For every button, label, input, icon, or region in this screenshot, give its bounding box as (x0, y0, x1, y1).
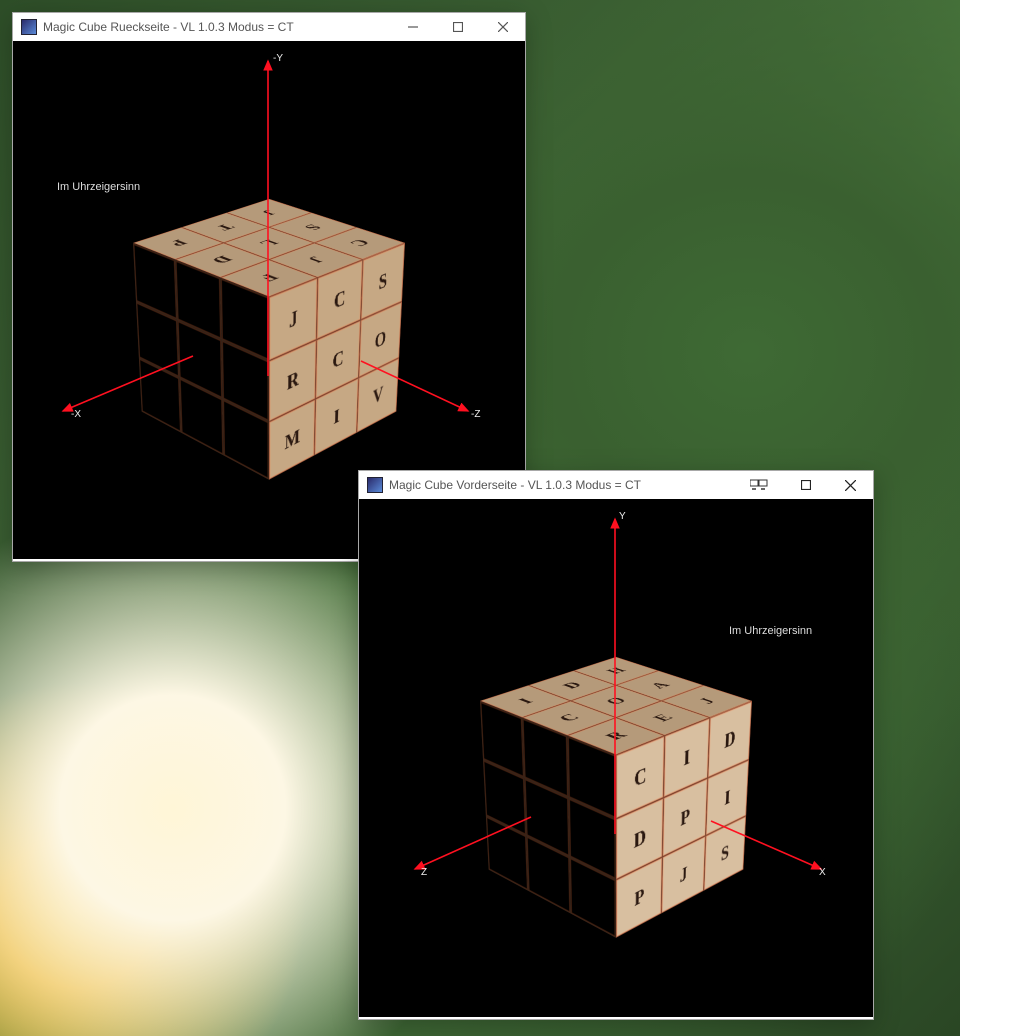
titlebar-vorderseite[interactable]: Magic Cube Vorderseite - VL 1.0.3 Modus … (359, 471, 873, 499)
close-icon (845, 480, 856, 491)
close-button[interactable] (480, 13, 525, 41)
maximize-icon (801, 480, 811, 490)
maximize-button[interactable] (435, 13, 480, 41)
dual-monitor-icon (750, 478, 768, 492)
maximize-button[interactable] (783, 471, 828, 499)
app-icon (21, 19, 37, 35)
axis-label-x: X (819, 867, 826, 878)
minimize-button[interactable] (390, 13, 435, 41)
maximize-icon (453, 22, 463, 32)
monitor-icon[interactable] (745, 471, 773, 499)
axis-label-y: -Y (273, 53, 283, 64)
window-title: Magic Cube Rueckseite - VL 1.0.3 Modus =… (43, 20, 294, 34)
axis-label-y: Y (619, 511, 626, 522)
window-title: Magic Cube Vorderseite - VL 1.0.3 Modus … (389, 478, 641, 492)
axis-label-z: Z (421, 867, 427, 878)
close-button[interactable] (828, 471, 873, 499)
titlebar-rueckseite[interactable]: Magic Cube Rueckseite - VL 1.0.3 Modus =… (13, 13, 525, 41)
rotation-direction-label: Im Uhrzeigersinn (729, 625, 812, 637)
window-vorderseite: Magic Cube Vorderseite - VL 1.0.3 Modus … (358, 470, 874, 1020)
close-icon (498, 22, 508, 32)
minimize-icon (408, 22, 418, 32)
page-margin (960, 0, 1036, 1036)
viewport-vorderseite[interactable]: ICRCDPDOEIPJTHHADJDTDIIJPSS Im Uhrzeiger… (359, 499, 873, 1017)
axis-label-x: -X (71, 409, 81, 420)
rotation-direction-label: Im Uhrzeigersinn (57, 181, 140, 193)
app-icon (367, 477, 383, 493)
axis-label-z: -Z (471, 409, 480, 420)
